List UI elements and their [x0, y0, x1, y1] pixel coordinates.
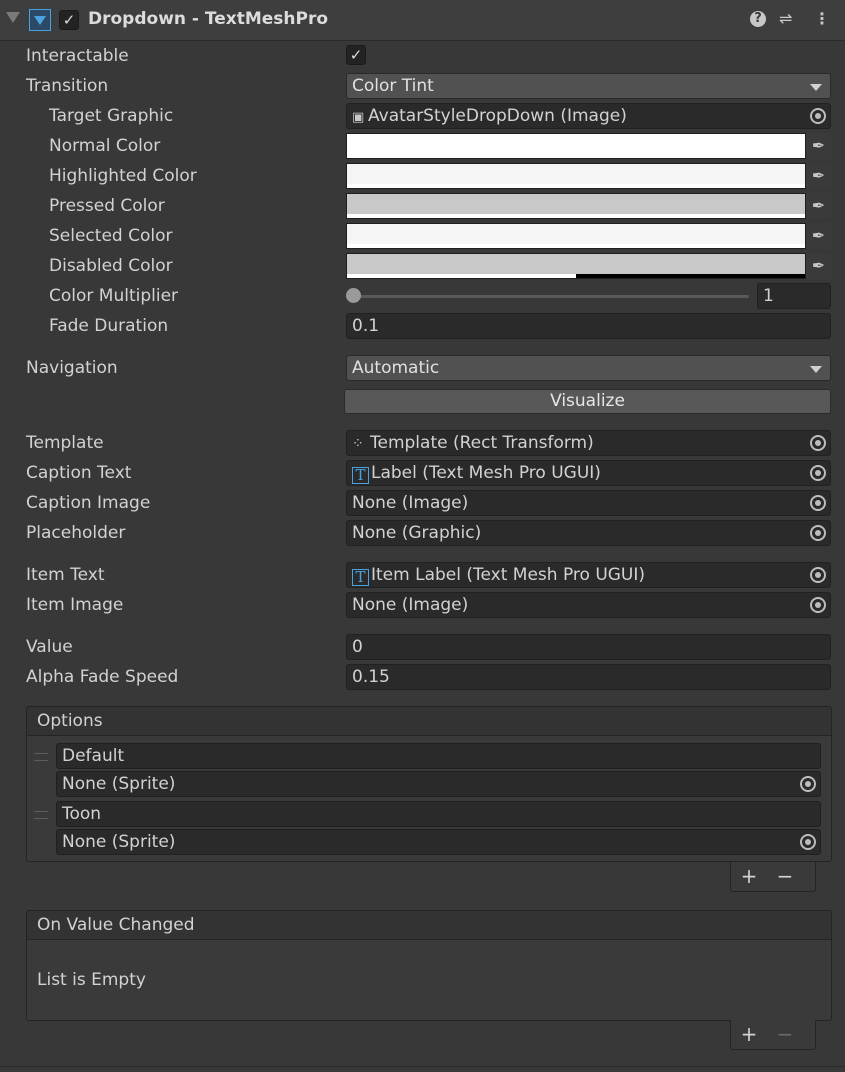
- event-add-remove: + −: [730, 1020, 816, 1050]
- option-text-input[interactable]: Toon: [56, 801, 821, 827]
- item-image-value: None (Image): [352, 595, 469, 615]
- caption-image-field[interactable]: None (Image): [346, 490, 831, 516]
- kebab-menu-icon[interactable]: ⋮: [814, 9, 830, 28]
- placeholder-field[interactable]: None (Graphic): [346, 520, 831, 546]
- item-text-field[interactable]: T Item Label (Text Mesh Pro UGUI): [346, 562, 831, 588]
- options-add-remove: + −: [730, 862, 816, 892]
- drag-handle-icon[interactable]: [34, 753, 48, 761]
- list-empty-text: List is Empty: [37, 970, 146, 990]
- alpha-fade-speed-label: Alpha Fade Speed: [26, 667, 179, 687]
- rect-transform-icon: ⁘: [352, 436, 364, 452]
- options-header: Options: [26, 706, 832, 736]
- eyedropper-icon[interactable]: ✒: [806, 193, 831, 219]
- foldout-arrow-icon[interactable]: [6, 12, 20, 23]
- interactable-checkbox[interactable]: ✓: [346, 45, 366, 65]
- add-event-button[interactable]: +: [731, 1020, 767, 1048]
- selected-color-label: Selected Color: [49, 226, 173, 246]
- option-sprite-field[interactable]: None (Sprite): [56, 829, 821, 855]
- template-field[interactable]: ⁘ Template (Rect Transform): [346, 430, 831, 456]
- placeholder-label: Placeholder: [26, 523, 126, 543]
- highlighted-color-field[interactable]: [346, 163, 806, 189]
- normal-color-label: Normal Color: [49, 136, 161, 156]
- color-multiplier-slider-track[interactable]: [353, 295, 749, 298]
- transition-label: Transition: [26, 76, 109, 96]
- caption-text-field[interactable]: T Label (Text Mesh Pro UGUI): [346, 460, 831, 486]
- highlighted-color-label: Highlighted Color: [49, 166, 197, 186]
- eyedropper-icon[interactable]: ✒: [806, 133, 831, 159]
- normal-color-field[interactable]: [346, 133, 806, 159]
- color-multiplier-label: Color Multiplier: [49, 286, 179, 306]
- textmeshpro-icon: T: [352, 467, 369, 484]
- object-picker-icon[interactable]: [810, 567, 826, 583]
- object-picker-icon[interactable]: [800, 776, 816, 792]
- dropdown-component-icon: [29, 9, 51, 31]
- caption-image-value: None (Image): [352, 493, 469, 513]
- fade-duration-label: Fade Duration: [49, 316, 169, 336]
- navigation-dropdown[interactable]: Automatic: [346, 355, 831, 381]
- color-multiplier-input[interactable]: 1: [757, 283, 831, 309]
- component-title: Dropdown - TextMeshPro: [88, 9, 329, 29]
- eyedropper-icon[interactable]: ✒: [806, 223, 831, 249]
- item-image-field[interactable]: None (Image): [346, 592, 831, 618]
- template-label: Template: [26, 433, 104, 453]
- on-value-changed-header: On Value Changed: [26, 910, 832, 940]
- caption-text-label: Caption Text: [26, 463, 132, 483]
- item-text-label: Item Text: [26, 565, 105, 585]
- disabled-color-label: Disabled Color: [49, 256, 173, 276]
- value-label: Value: [26, 637, 73, 657]
- target-graphic-label: Target Graphic: [49, 106, 174, 126]
- fade-duration-input[interactable]: 0.1: [346, 313, 831, 339]
- textmeshpro-icon: T: [352, 569, 369, 586]
- color-multiplier-slider-handle[interactable]: [346, 288, 361, 303]
- placeholder-value: None (Graphic): [352, 523, 482, 543]
- add-option-button[interactable]: +: [731, 862, 767, 890]
- value-input[interactable]: 0: [346, 634, 831, 660]
- remove-option-button[interactable]: −: [767, 862, 803, 890]
- disabled-color-field[interactable]: [346, 253, 806, 279]
- visualize-button[interactable]: Visualize: [344, 389, 831, 414]
- eyedropper-icon[interactable]: ✒: [806, 253, 831, 279]
- target-graphic-value: AvatarStyleDropDown (Image): [368, 106, 627, 126]
- component-enabled-checkbox[interactable]: ✓: [59, 10, 79, 30]
- pressed-color-label: Pressed Color: [49, 196, 165, 216]
- object-picker-icon[interactable]: [810, 597, 826, 613]
- chevron-down-icon: [810, 84, 822, 91]
- object-picker-icon[interactable]: [810, 465, 826, 481]
- transition-value: Color Tint: [352, 76, 434, 96]
- object-picker-icon[interactable]: [810, 525, 826, 541]
- selected-color-field[interactable]: [346, 223, 806, 249]
- image-icon: ▣: [352, 110, 365, 125]
- navigation-value: Automatic: [352, 358, 440, 378]
- eyedropper-icon[interactable]: ✒: [806, 163, 831, 189]
- option-sprite-value: None (Sprite): [62, 832, 176, 852]
- chevron-down-icon: [810, 366, 822, 373]
- divider: [0, 1066, 845, 1067]
- alpha-fade-speed-input[interactable]: 0.15: [346, 664, 831, 690]
- target-graphic-field[interactable]: ▣ AvatarStyleDropDown (Image): [346, 103, 831, 129]
- drag-handle-icon[interactable]: [34, 811, 48, 819]
- object-picker-icon[interactable]: [810, 495, 826, 511]
- option-sprite-value: None (Sprite): [62, 774, 176, 794]
- caption-text-value: Label (Text Mesh Pro UGUI): [371, 463, 601, 483]
- pressed-color-field[interactable]: [346, 193, 806, 219]
- transition-dropdown[interactable]: Color Tint: [346, 73, 831, 99]
- remove-event-button[interactable]: −: [767, 1020, 803, 1048]
- item-image-label: Item Image: [26, 595, 124, 615]
- option-text-input[interactable]: Default: [56, 743, 821, 769]
- help-icon[interactable]: ?: [750, 11, 766, 27]
- item-text-value: Item Label (Text Mesh Pro UGUI): [371, 565, 646, 585]
- caption-image-label: Caption Image: [26, 493, 151, 513]
- template-value: Template (Rect Transform): [370, 433, 594, 453]
- object-picker-icon[interactable]: [810, 435, 826, 451]
- object-picker-icon[interactable]: [810, 108, 826, 124]
- option-sprite-field[interactable]: None (Sprite): [56, 771, 821, 797]
- presets-icon[interactable]: ⇌: [779, 9, 792, 28]
- object-picker-icon[interactable]: [800, 834, 816, 850]
- navigation-label: Navigation: [26, 358, 118, 378]
- interactable-label: Interactable: [26, 46, 129, 66]
